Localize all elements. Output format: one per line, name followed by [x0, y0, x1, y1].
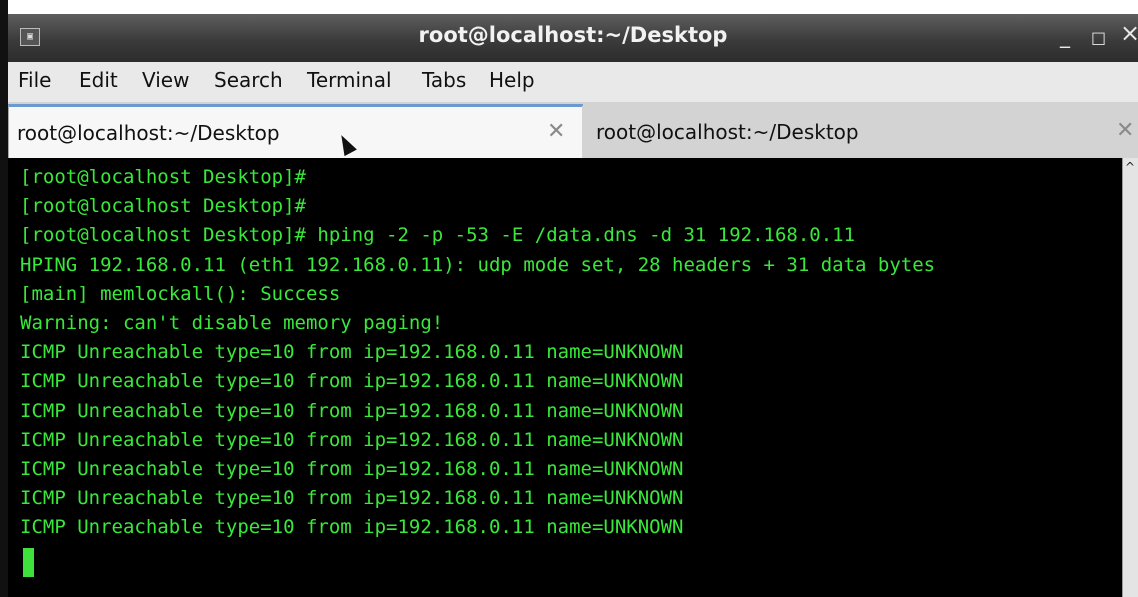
- terminal-line: Warning: can't disable memory paging!: [20, 311, 444, 334]
- terminal-line: HPING 192.168.0.11 (eth1 192.168.0.11): …: [20, 253, 936, 276]
- terminal-window: ▣ root@localhost:~/Desktop _ □ × File Ed…: [8, 14, 1138, 597]
- menu-bar: File Edit View Search Terminal Tabs Help: [8, 62, 1138, 103]
- maximize-button[interactable]: □: [1091, 26, 1106, 50]
- terminal-line: [main] memlockall(): Success: [20, 282, 341, 305]
- terminal-line: ICMP Unreachable type=10 from ip=192.168…: [20, 516, 684, 539]
- terminal-line: ICMP Unreachable type=10 from ip=192.168…: [20, 399, 684, 422]
- tab-bar: root@localhost:~/Desktop ✕ root@localhos…: [8, 102, 1138, 159]
- menu-view[interactable]: View: [142, 68, 189, 92]
- menu-tabs[interactable]: Tabs: [422, 68, 466, 92]
- menu-search[interactable]: Search: [214, 68, 283, 92]
- tab-desktop-2[interactable]: root@localhost:~/Desktop ✕: [582, 106, 1138, 158]
- menu-file[interactable]: File: [18, 68, 51, 92]
- window-left-border: [0, 0, 8, 597]
- minimize-button[interactable]: _: [1060, 24, 1070, 48]
- terminal-line: [root@localhost Desktop]# hping -2 -p -5…: [20, 224, 856, 247]
- window-title: root@localhost:~/Desktop: [418, 23, 728, 47]
- title-bar[interactable]: ▣ root@localhost:~/Desktop _ □ ×: [8, 14, 1138, 62]
- terminal-line: [root@localhost Desktop]#: [20, 195, 306, 218]
- terminal-lines: [root@localhost Desktop]# [root@localhos…: [20, 163, 935, 542]
- close-button[interactable]: ×: [1120, 21, 1138, 45]
- terminal-line: ICMP Unreachable type=10 from ip=192.168…: [20, 428, 684, 451]
- close-tab-icon[interactable]: ✕: [1116, 118, 1134, 143]
- tab-desktop-1[interactable]: root@localhost:~/Desktop ✕: [8, 104, 583, 159]
- close-tab-icon[interactable]: ✕: [547, 119, 565, 144]
- terminal-line: ICMP Unreachable type=10 from ip=192.168…: [20, 370, 684, 393]
- terminal-output[interactable]: [root@localhost Desktop]# [root@localhos…: [8, 158, 1122, 597]
- menu-help[interactable]: Help: [489, 68, 535, 92]
- menu-edit[interactable]: Edit: [79, 68, 118, 92]
- menu-terminal[interactable]: Terminal: [307, 68, 392, 92]
- terminal-cursor: [23, 548, 34, 577]
- terminal-line: [root@localhost Desktop]#: [20, 166, 306, 188]
- terminal-line: ICMP Unreachable type=10 from ip=192.168…: [20, 341, 684, 364]
- tab-label: root@localhost:~/Desktop: [17, 121, 280, 145]
- tab-label: root@localhost:~/Desktop: [596, 120, 859, 144]
- scroll-up-icon[interactable]: ^: [1125, 160, 1135, 174]
- terminal-scrollbar[interactable]: ^: [1122, 158, 1138, 597]
- terminal-line: ICMP Unreachable type=10 from ip=192.168…: [20, 487, 684, 510]
- terminal-line: ICMP Unreachable type=10 from ip=192.168…: [20, 457, 684, 480]
